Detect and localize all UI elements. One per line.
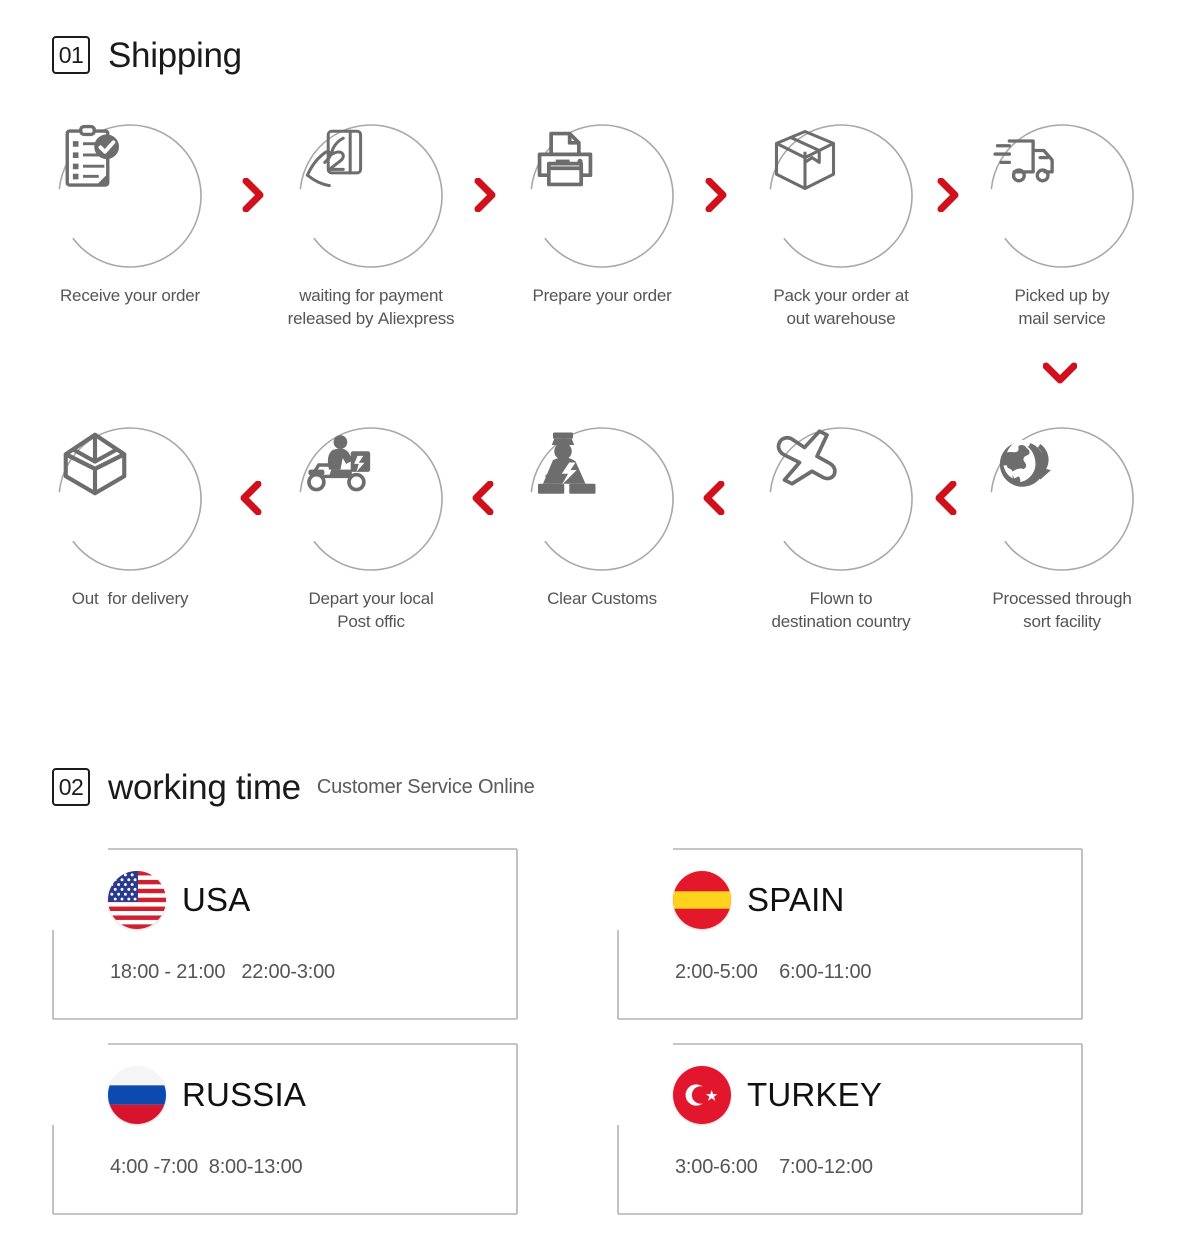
customs-officer-icon — [528, 425, 676, 573]
shipping-step: Out for delivery — [30, 425, 230, 610]
section-number-badge: 01 — [52, 36, 90, 74]
country-name: USA — [182, 881, 251, 918]
chevron-left-icon — [933, 481, 959, 515]
step-label: waiting for payment released by Aliexpres… — [287, 286, 455, 329]
shipping-step: Pack your order at out warehouse — [741, 122, 941, 331]
flag-turkey-icon — [673, 1066, 731, 1124]
step-circle — [56, 122, 204, 270]
working-hours: 3:00-6:00 7:00-12:00 — [675, 1156, 873, 1178]
working-hours: 4:00 -7:00 8:00-13:00 — [110, 1156, 303, 1178]
working-hours: 18:00 - 21:00 22:00-3:00 — [110, 961, 335, 983]
step-label: Out for delivery — [71, 589, 189, 608]
step-circle — [988, 122, 1136, 270]
step-label: Processed through sort facility — [992, 589, 1132, 632]
delivery-truck-icon — [988, 122, 1136, 270]
step-label: Flown to destination country — [771, 589, 911, 632]
airplane-icon — [767, 425, 915, 573]
chevron-left-icon — [238, 481, 264, 515]
clipboard-check-icon — [56, 122, 204, 270]
shipping-step: Prepare your order — [502, 122, 702, 307]
country-name: TURKEY — [747, 1076, 883, 1113]
scooter-courier-icon — [297, 425, 445, 573]
step-label: Picked up by mail service — [1014, 286, 1110, 329]
step-label: Receive your order — [59, 286, 201, 305]
step-circle — [528, 122, 676, 270]
chevron-down-icon — [1043, 360, 1077, 386]
flag-russia-icon — [108, 1066, 166, 1124]
shipping-step: Picked up by mail service — [962, 122, 1162, 331]
step-circle — [988, 425, 1136, 573]
step-circle — [767, 122, 915, 270]
chevron-left-icon — [701, 481, 727, 515]
working-time-card: USA 18:00 - 21:00 22:00-3:00 — [52, 848, 518, 1020]
step-label: Prepare your order — [532, 286, 672, 305]
shipping-step: Processed through sort facility — [962, 425, 1162, 634]
step-label: Clear Customs — [547, 589, 657, 608]
flag-usa-icon — [108, 871, 166, 929]
open-box-icon — [56, 425, 204, 573]
step-circle — [528, 425, 676, 573]
step-circle — [297, 122, 445, 270]
step-circle — [767, 425, 915, 573]
section-header-shipping: 01 Shipping — [52, 36, 242, 74]
chevron-left-icon — [470, 481, 496, 515]
section-header-working-time: 02 working time Customer Service Online — [52, 768, 535, 806]
section-number-badge: 02 — [52, 768, 90, 806]
shipping-step: Receive your order — [30, 122, 230, 307]
step-circle — [297, 425, 445, 573]
section-subtitle: Customer Service Online — [316, 775, 535, 798]
shipping-step: Depart your local Post offic — [271, 425, 471, 634]
globe-arrow-icon — [988, 425, 1136, 573]
chevron-right-icon — [472, 178, 498, 212]
flag-spain-icon — [673, 871, 731, 929]
working-hours: 2:00-5:00 6:00-11:00 — [675, 961, 872, 983]
chevron-right-icon — [935, 178, 961, 212]
working-time-card: RUSSIA 4:00 -7:00 8:00-13:00 — [52, 1043, 518, 1215]
shipping-step: waiting for payment released by Aliexpres… — [271, 122, 471, 331]
step-label: Depart your local Post offic — [308, 589, 434, 632]
step-circle — [56, 425, 204, 573]
country-name: RUSSIA — [182, 1076, 307, 1113]
chevron-right-icon — [240, 178, 266, 212]
hand-card-icon — [297, 122, 445, 270]
shipping-step: Clear Customs — [502, 425, 702, 610]
shipping-info-page: 01 Shipping Receive your order waiting f… — [0, 0, 1193, 1240]
country-name: SPAIN — [747, 881, 845, 918]
section-title: Shipping — [108, 35, 242, 75]
box-icon — [767, 122, 915, 270]
step-label: Pack your order at out warehouse — [773, 286, 909, 329]
section-title: working time — [108, 767, 301, 807]
working-time-card: SPAIN 2:00-5:00 6:00-11:00 — [617, 848, 1083, 1020]
shipping-step: Flown to destination country — [741, 425, 941, 634]
working-time-card: TURKEY 3:00-6:00 7:00-12:00 — [617, 1043, 1083, 1215]
chevron-right-icon — [703, 178, 729, 212]
printer-icon — [528, 122, 676, 270]
